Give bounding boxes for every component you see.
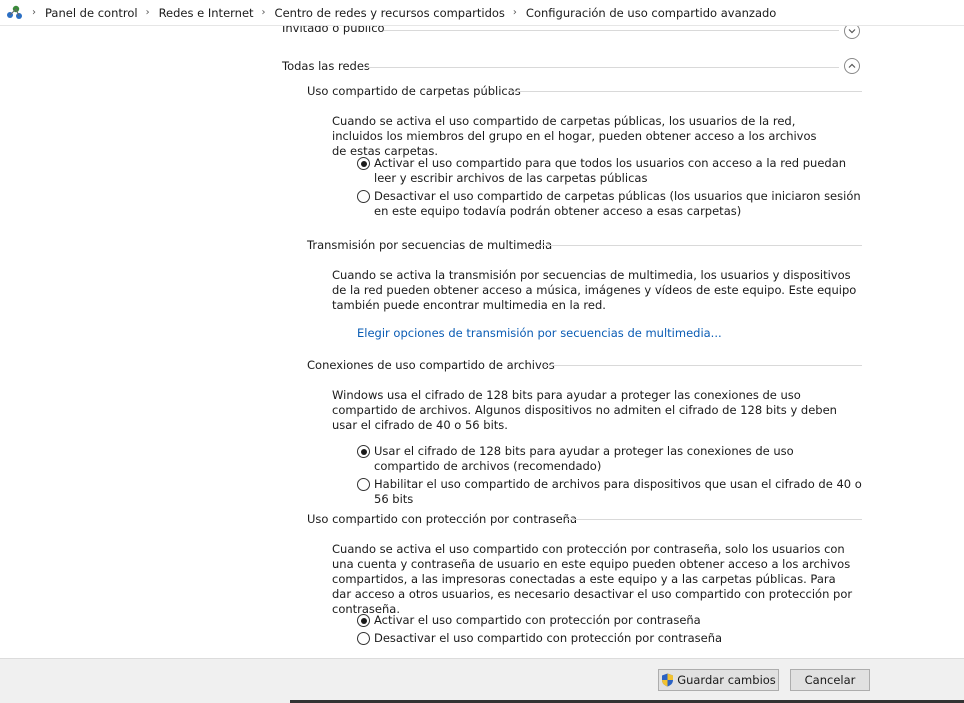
radio-label: Desactivar el uso compartido de carpetas…: [374, 189, 861, 218]
radio-button-selected[interactable]: [357, 157, 370, 170]
group-title-all-networks[interactable]: Todas las redes: [282, 59, 370, 73]
breadcrumb-item-network-internet[interactable]: Redes e Internet: [159, 6, 254, 20]
expand-guest-button[interactable]: [844, 26, 860, 39]
radio-button[interactable]: [357, 632, 370, 645]
radio-label: Desactivar el uso compartido con protecc…: [374, 631, 723, 645]
save-changes-button[interactable]: Guardar cambios: [658, 669, 779, 691]
section-description-password-sharing: Cuando se activa el uso compartido con p…: [332, 542, 853, 616]
radio-label: Activar el uso compartido con protección…: [374, 613, 701, 627]
collapse-all-networks-button[interactable]: [844, 58, 860, 74]
group-divider: [366, 67, 839, 68]
network-icon: [6, 5, 24, 21]
breadcrumb: › Panel de control › Redes e Internet › …: [0, 0, 964, 26]
settings-content[interactable]: Invitado o público Todas las redes Uso c…: [0, 26, 964, 658]
radio-encryption-40-56[interactable]: Habilitar el uso compartido de archivos …: [357, 477, 862, 507]
breadcrumb-item-control-panel[interactable]: Panel de control: [45, 6, 138, 20]
radio-label: Activar el uso compartido para que todos…: [374, 156, 847, 185]
breadcrumb-separator: ›: [512, 7, 517, 18]
group-divider: [384, 30, 839, 31]
section-heading-password-sharing: Uso compartido con protección por contra…: [307, 512, 578, 526]
section-heading-public-folders: Uso compartido de carpetas públicas: [307, 84, 521, 98]
radio-public-folders-on[interactable]: Activar el uso compartido para que todos…: [357, 156, 847, 186]
radio-label: Habilitar el uso compartido de archivos …: [374, 477, 862, 506]
breadcrumb-separator: ›: [145, 7, 150, 18]
breadcrumb-separator: ›: [32, 7, 36, 18]
radio-button-selected[interactable]: [357, 614, 370, 627]
radio-label: Usar el cifrado de 128 bits para ayudar …: [374, 444, 794, 473]
uac-shield-icon: [661, 673, 674, 687]
radio-encryption-128[interactable]: Usar el cifrado de 128 bits para ayudar …: [357, 444, 837, 474]
section-description-public-folders: Cuando se activa el uso compartido de ca…: [332, 114, 817, 158]
footer-bar: Guardar cambios Cancelar: [0, 658, 964, 703]
radio-button-selected[interactable]: [357, 445, 370, 458]
breadcrumb-item-network-center[interactable]: Centro de redes y recursos compartidos: [275, 6, 505, 20]
radio-public-folders-off[interactable]: Desactivar el uso compartido de carpetas…: [357, 189, 862, 219]
radio-password-off[interactable]: Desactivar el uso compartido con protecc…: [357, 631, 837, 646]
section-heading-file-sharing: Conexiones de uso compartido de archivos: [307, 358, 555, 372]
section-description-file-sharing: Windows usa el cifrado de 128 bits para …: [332, 388, 837, 432]
section-heading-media-streaming: Transmisión por secuencias de multimedia: [307, 238, 553, 252]
media-streaming-options-link[interactable]: Elegir opciones de transmisión por secue…: [357, 326, 722, 340]
breadcrumb-separator: ›: [261, 7, 266, 18]
section-divider: [544, 365, 862, 366]
section-divider: [510, 91, 862, 92]
save-changes-label: Guardar cambios: [677, 673, 776, 687]
section-divider: [540, 245, 862, 246]
breadcrumb-item-advanced-sharing[interactable]: Configuración de uso compartido avanzado: [526, 6, 776, 20]
section-description-media-streaming: Cuando se activa la transmisión por secu…: [332, 268, 857, 312]
radio-button[interactable]: [357, 478, 370, 491]
group-title-guest[interactable]: Invitado o público: [282, 26, 385, 35]
cancel-button[interactable]: Cancelar: [790, 669, 870, 691]
radio-password-on[interactable]: Activar el uso compartido con protección…: [357, 613, 837, 628]
radio-button[interactable]: [357, 190, 370, 203]
section-divider: [566, 519, 862, 520]
